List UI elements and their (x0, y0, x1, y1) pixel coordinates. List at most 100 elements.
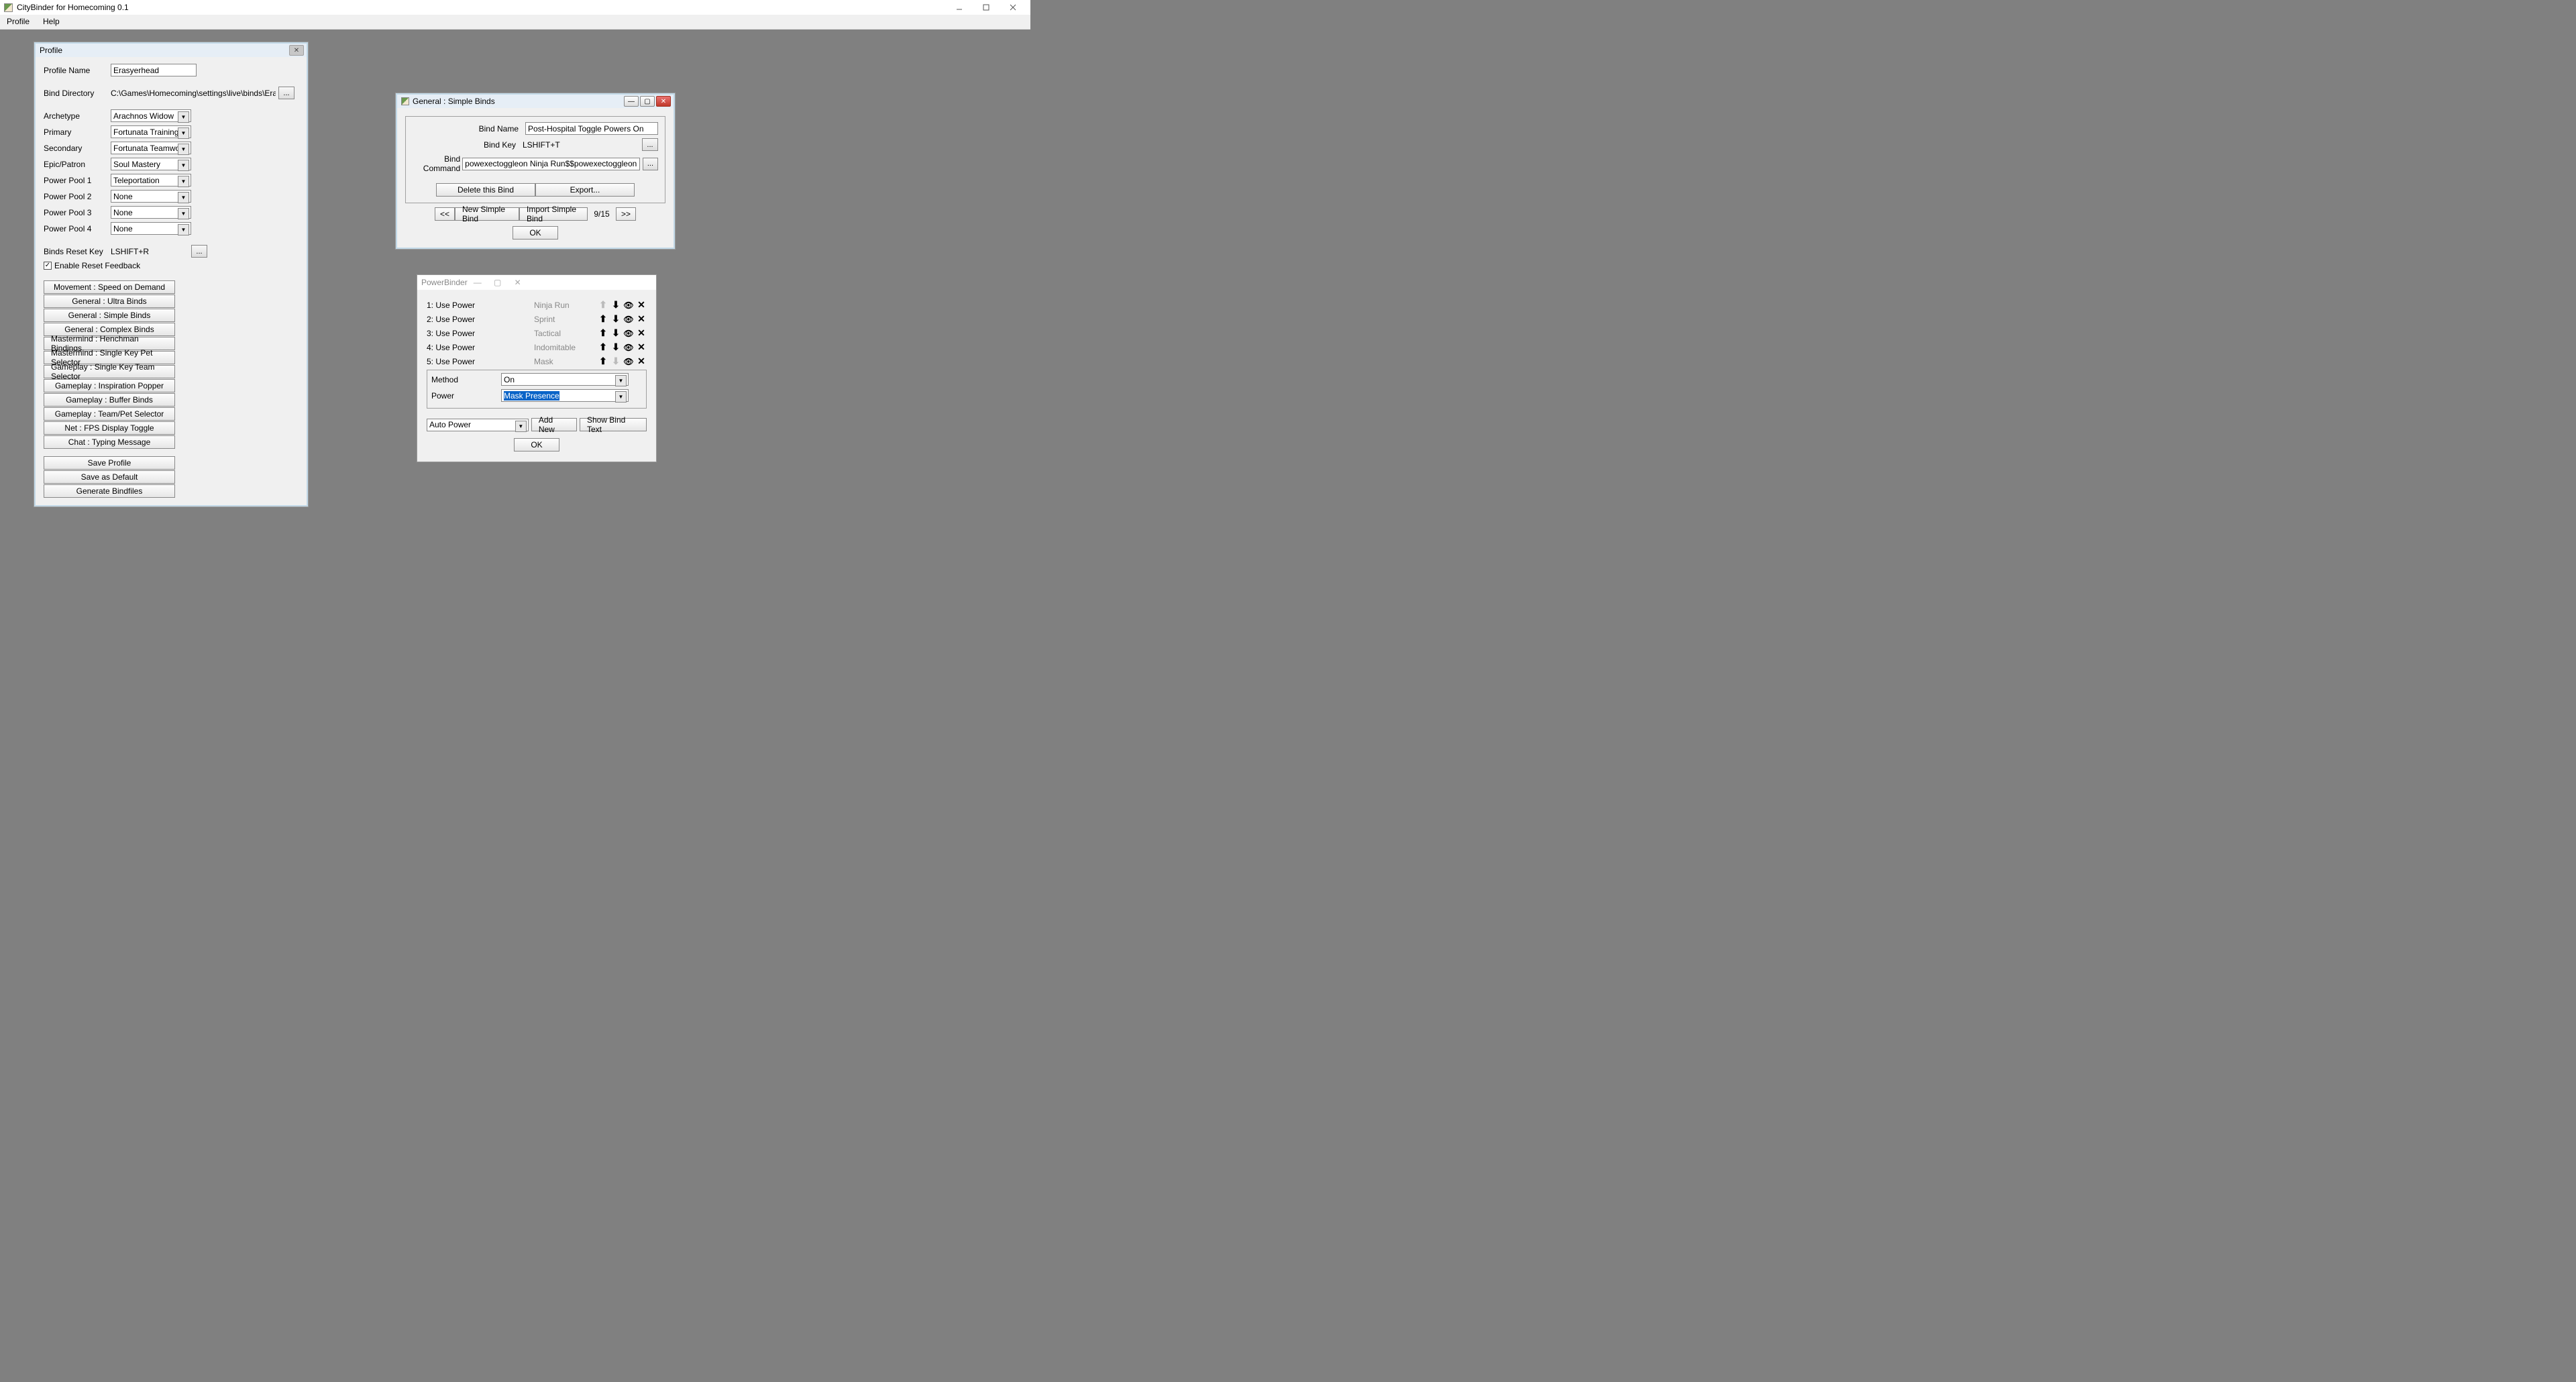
simple-binds-icon (401, 97, 409, 105)
module-button-9[interactable]: Gameplay : Team/Pet Selector (44, 407, 175, 421)
powerbinder-row-value: Sprint (534, 315, 598, 324)
pool3-select[interactable]: None (111, 206, 191, 219)
move-down-icon[interactable]: ⬇ (610, 300, 621, 311)
simple-binds-ok-button[interactable]: OK (513, 226, 558, 240)
next-bind-button[interactable]: >> (616, 207, 636, 221)
powerbinder-row-2[interactable]: 3: Use PowerTactical⬆⬇👁✕ (427, 326, 647, 340)
eye-icon[interactable]: 👁 (623, 356, 634, 367)
method-select[interactable]: On (501, 373, 629, 386)
show-bind-text-button[interactable]: Show Bind Text (580, 418, 647, 431)
powerbinder-row-value: Ninja Run (534, 301, 598, 310)
simple-binds-close-button[interactable]: ✕ (656, 96, 671, 107)
eye-icon[interactable]: 👁 (623, 314, 634, 325)
delete-icon[interactable]: ✕ (636, 328, 647, 339)
delete-icon[interactable]: ✕ (636, 356, 647, 367)
reset-key-label: Binds Reset Key (44, 247, 111, 256)
window-minimize-button[interactable] (946, 0, 973, 15)
pool3-label: Power Pool 3 (44, 208, 111, 217)
move-down-icon[interactable]: ⬇ (610, 314, 621, 325)
pool2-label: Power Pool 2 (44, 192, 111, 201)
main-titlebar: CityBinder for Homecoming 0.1 (0, 0, 1030, 15)
powerbinder-row-3[interactable]: 4: Use PowerIndomitable⬆⬇👁✕ (427, 340, 647, 354)
secondary-select[interactable]: Fortunata Teamwork (111, 142, 191, 154)
delete-bind-button[interactable]: Delete this Bind (436, 183, 535, 197)
primary-select[interactable]: Fortunata Training (111, 125, 191, 138)
bind-command-powerbinder-button[interactable]: ... (643, 158, 658, 170)
secondary-label: Secondary (44, 144, 111, 153)
module-button-1[interactable]: General : Ultra Binds (44, 295, 175, 308)
simple-binds-maximize-button[interactable]: ▢ (640, 96, 655, 107)
menu-help[interactable]: Help (36, 15, 66, 29)
archetype-label: Archetype (44, 111, 111, 121)
new-simple-bind-button[interactable]: New Simple Bind (455, 207, 519, 221)
profile-action-button-2[interactable]: Generate Bindfiles (44, 484, 175, 498)
simple-binds-title: General : Simple Binds (413, 97, 495, 106)
module-button-6[interactable]: Gameplay : Single Key Team Selector (44, 365, 175, 378)
import-simple-bind-button[interactable]: Import Simple Bind (519, 207, 588, 221)
move-up-icon[interactable]: ⬆ (598, 314, 608, 325)
epic-select[interactable]: Soul Mastery (111, 158, 191, 170)
bind-command-input[interactable] (462, 158, 640, 170)
delete-icon[interactable]: ✕ (636, 300, 647, 311)
eye-icon[interactable]: 👁 (623, 328, 634, 339)
bind-name-input[interactable] (525, 122, 658, 135)
export-bind-button[interactable]: Export... (535, 183, 635, 197)
bind-directory-browse-button[interactable]: ... (278, 87, 294, 99)
powerbinder-maximize-button[interactable]: ▢ (488, 278, 508, 287)
move-down-icon[interactable]: ⬇ (610, 342, 621, 353)
simple-binds-titlebar[interactable]: General : Simple Binds — ▢ ✕ (397, 95, 674, 108)
module-button-7[interactable]: Gameplay : Inspiration Popper (44, 379, 175, 392)
powerbinder-row-value: Indomitable (534, 343, 598, 352)
checkbox-icon: ✓ (44, 262, 52, 270)
delete-icon[interactable]: ✕ (636, 342, 647, 353)
powerbinder-minimize-button[interactable]: — (468, 278, 488, 287)
action-type-select[interactable]: Auto Power (427, 419, 529, 431)
delete-icon[interactable]: ✕ (636, 314, 647, 325)
pool2-select[interactable]: None (111, 190, 191, 203)
pool1-select[interactable]: Teleportation (111, 174, 191, 187)
pool4-select[interactable]: None (111, 222, 191, 235)
move-down-icon[interactable]: ⬇ (610, 328, 621, 339)
powerbinder-row-label: 1: Use Power (427, 301, 534, 310)
eye-icon[interactable]: 👁 (623, 342, 634, 353)
window-close-button[interactable] (1000, 0, 1026, 15)
profile-action-button-0[interactable]: Save Profile (44, 456, 175, 470)
powerbinder-window: PowerBinder — ▢ ✕ 1: Use PowerNinja Run⬆… (417, 274, 657, 462)
primary-label: Primary (44, 127, 111, 137)
enable-reset-checkbox[interactable]: ✓ Enable Reset Feedback (44, 261, 299, 270)
simple-binds-minimize-button[interactable]: — (624, 96, 639, 107)
move-up-icon[interactable]: ⬆ (598, 356, 608, 367)
bind-key-browse-button[interactable]: ... (642, 138, 658, 151)
prev-bind-button[interactable]: << (435, 207, 455, 221)
reset-key-browse-button[interactable]: ... (191, 245, 207, 258)
profile-titlebar[interactable]: Profile ✕ (36, 44, 307, 57)
profile-name-input[interactable] (111, 64, 197, 76)
module-button-8[interactable]: Gameplay : Buffer Binds (44, 393, 175, 407)
bind-command-label: Bind Command (413, 154, 460, 173)
pool4-label: Power Pool 4 (44, 224, 111, 233)
profile-action-button-1[interactable]: Save as Default (44, 470, 175, 484)
window-maximize-button[interactable] (973, 0, 1000, 15)
module-button-10[interactable]: Net : FPS Display Toggle (44, 421, 175, 435)
eye-icon[interactable]: 👁 (623, 300, 634, 311)
app-icon (4, 3, 13, 12)
move-up-icon[interactable]: ⬆ (598, 342, 608, 353)
enable-reset-label: Enable Reset Feedback (54, 261, 140, 270)
archetype-select[interactable]: Arachnos Widow (111, 109, 191, 122)
powerbinder-titlebar[interactable]: PowerBinder — ▢ ✕ (417, 275, 656, 290)
power-select[interactable]: Mask Presence (501, 389, 629, 402)
module-button-0[interactable]: Movement : Speed on Demand (44, 280, 175, 294)
powerbinder-ok-button[interactable]: OK (514, 438, 559, 451)
profile-close-button[interactable]: ✕ (289, 45, 304, 56)
module-button-2[interactable]: General : Simple Binds (44, 309, 175, 322)
menu-profile[interactable]: Profile (0, 15, 36, 29)
module-button-11[interactable]: Chat : Typing Message (44, 435, 175, 449)
add-new-button[interactable]: Add New (531, 418, 577, 431)
pool1-label: Power Pool 1 (44, 176, 111, 185)
powerbinder-row-0[interactable]: 1: Use PowerNinja Run⬆⬇👁✕ (427, 298, 647, 312)
move-up-icon: ⬆ (598, 300, 608, 311)
powerbinder-close-button[interactable]: ✕ (508, 278, 528, 287)
powerbinder-row-1[interactable]: 2: Use PowerSprint⬆⬇👁✕ (427, 312, 647, 326)
powerbinder-row-4[interactable]: 5: Use PowerMask⬆⬇👁✕ (427, 354, 647, 368)
move-up-icon[interactable]: ⬆ (598, 328, 608, 339)
